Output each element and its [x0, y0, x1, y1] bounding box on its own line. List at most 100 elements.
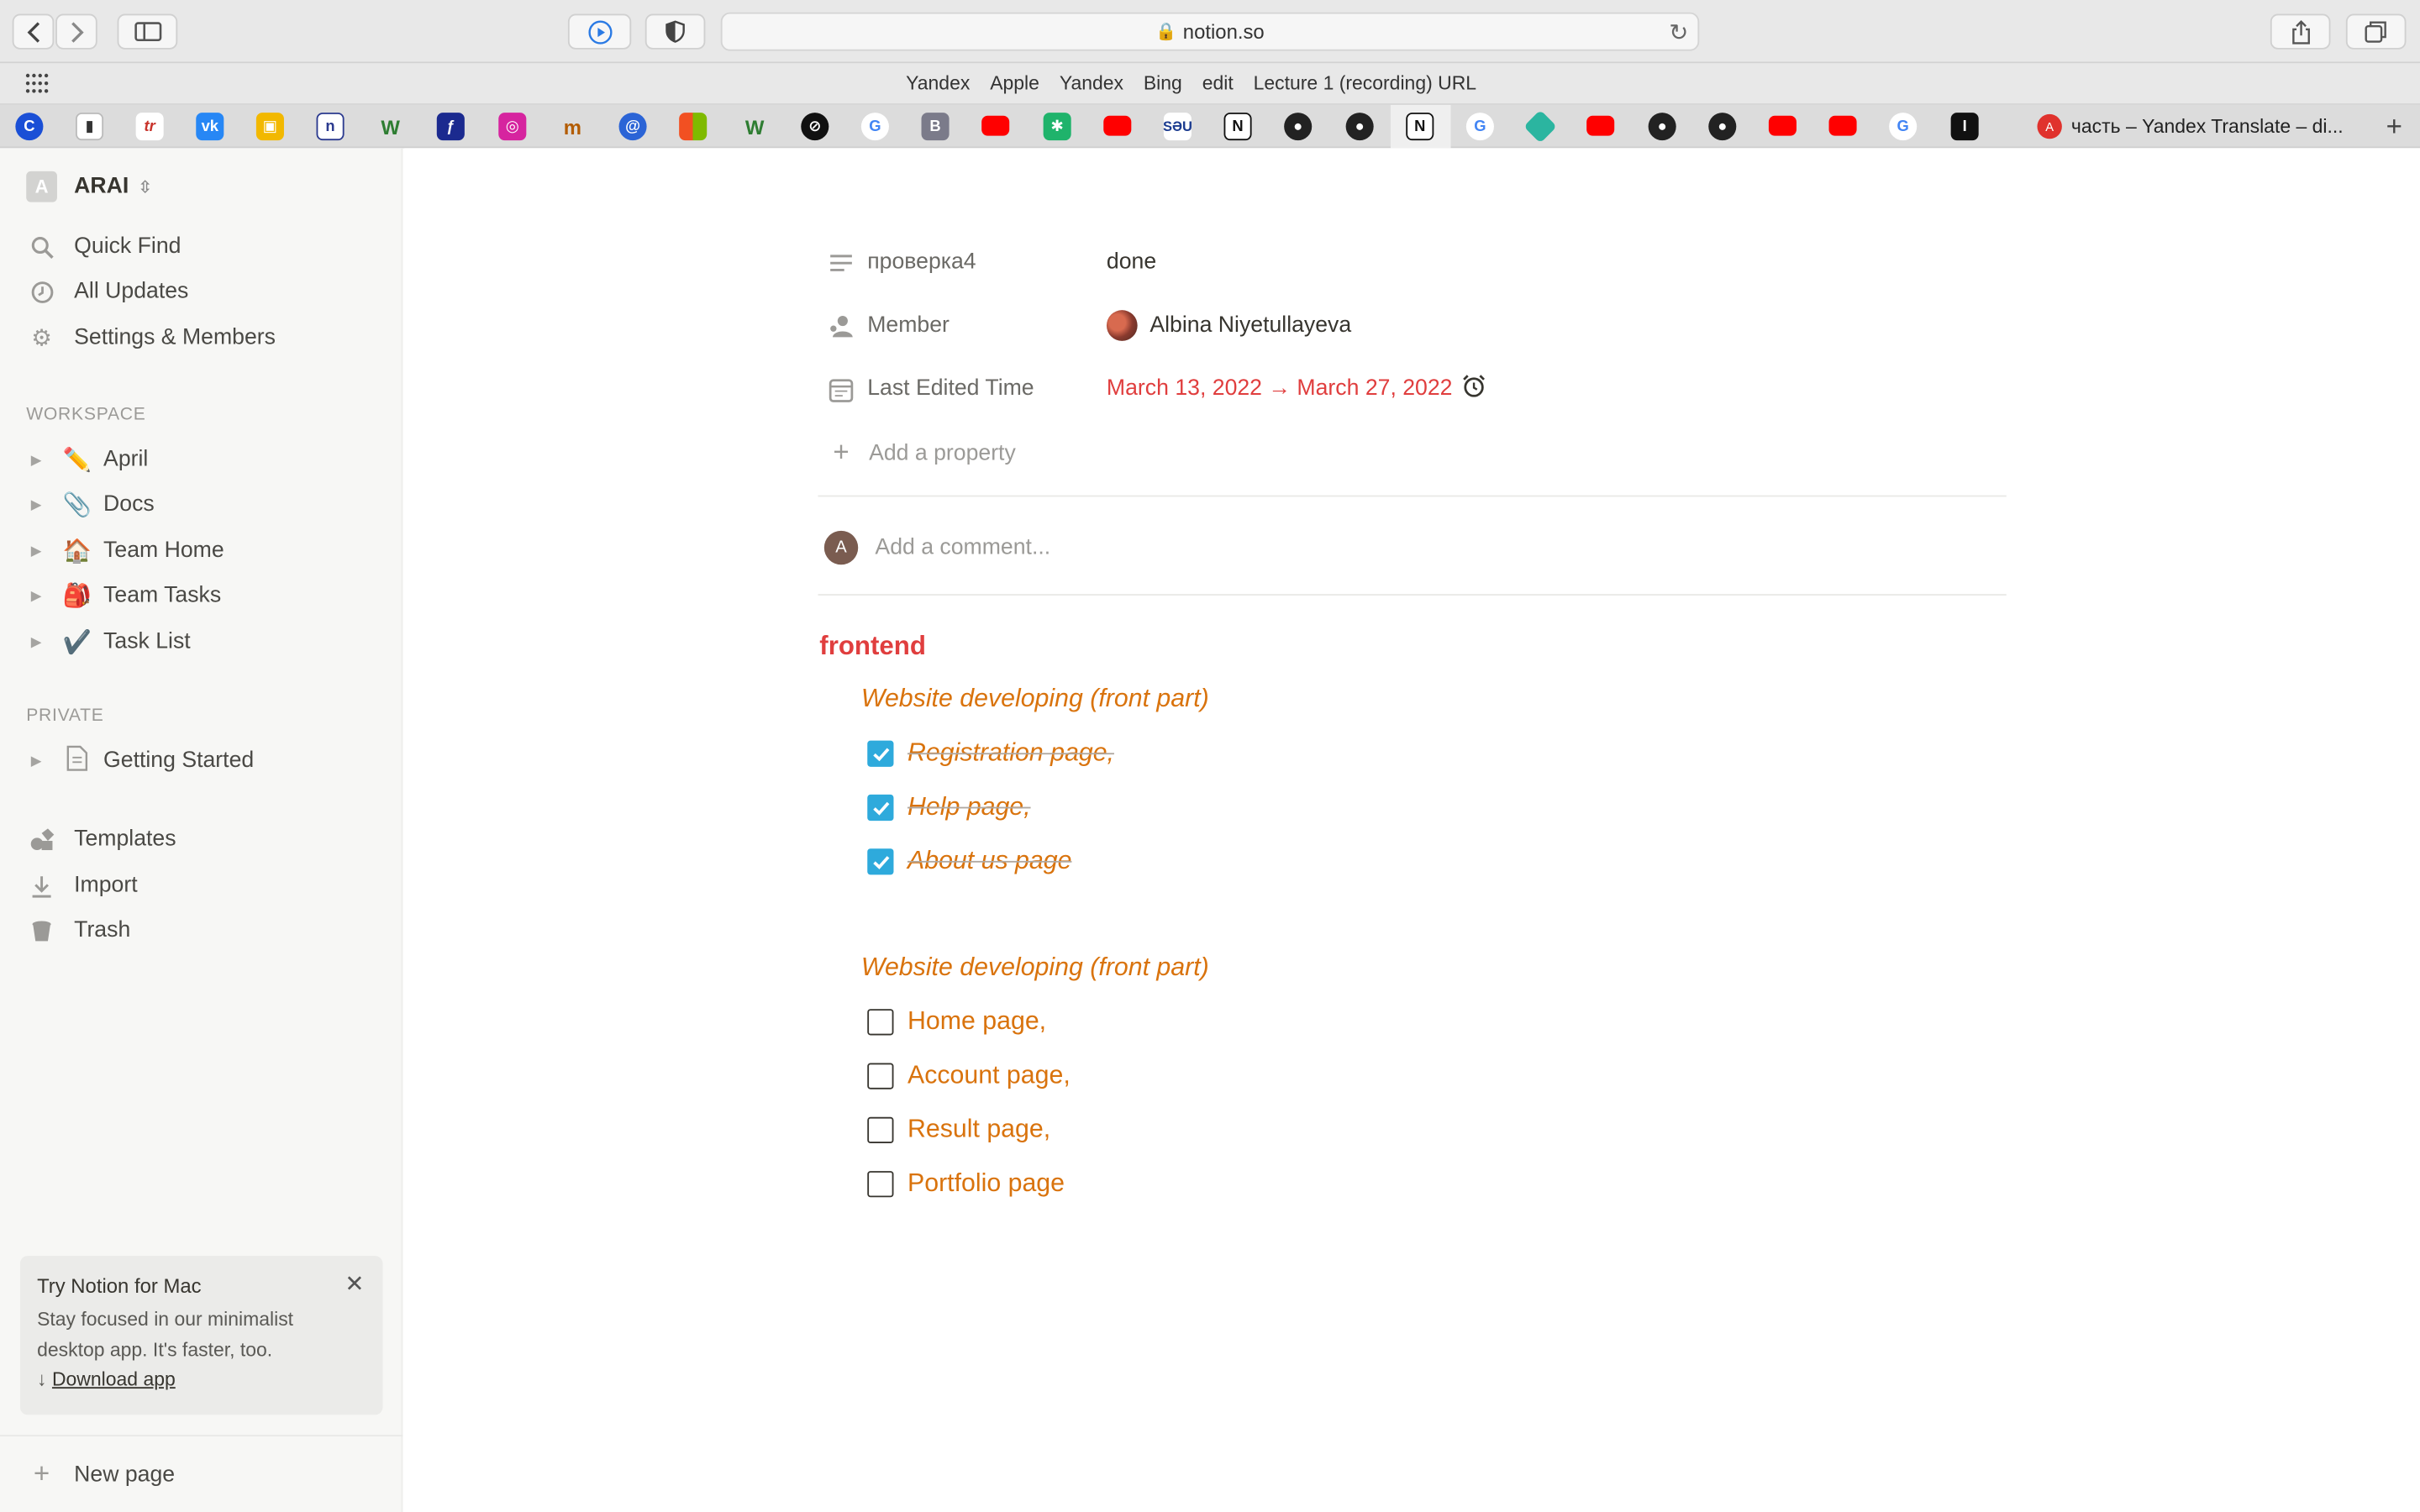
triangle-right-icon[interactable]: ▶ [31, 587, 50, 604]
todo-item[interactable]: Home page, [867, 1007, 1046, 1037]
pinned-tab-vk-icon[interactable]: vk [196, 113, 224, 141]
share-button[interactable] [2270, 13, 2331, 50]
pinned-tab-youtube-icon[interactable] [1103, 115, 1132, 136]
pinned-tab-c-icon[interactable]: C [15, 113, 44, 141]
favorite-link[interactable]: Bing [1144, 72, 1182, 94]
privacy-button[interactable] [644, 13, 706, 50]
pinned-tab-swift-icon[interactable]: ƒ [436, 113, 465, 141]
sidebar-page-team-home[interactable]: ▶ 🏠 Team Home [31, 534, 224, 568]
group-heading[interactable]: Website developing (front part) [861, 685, 1209, 715]
sidebar-toggle-button[interactable] [117, 13, 178, 50]
pinned-tab-google-icon[interactable]: G [1465, 113, 1494, 141]
property-value[interactable]: done [1107, 250, 1156, 275]
pinned-tab-w2-icon[interactable]: W [741, 113, 769, 140]
pinned-tab-youtube-icon[interactable] [1586, 115, 1615, 136]
triangle-right-icon[interactable]: ▶ [31, 752, 50, 769]
todo-item[interactable]: Account page, [867, 1062, 1071, 1091]
section-heading[interactable]: frontend [819, 631, 926, 662]
checkbox-unchecked[interactable] [867, 1009, 894, 1036]
todo-item[interactable]: Result page, [867, 1116, 1050, 1145]
sidebar-item-all-updates[interactable]: All Updates [26, 275, 188, 308]
pinned-tab-sdu-icon[interactable]: SƏU [1163, 113, 1192, 141]
todo-item[interactable]: Help page, [867, 793, 1031, 822]
pinned-tab-at-icon[interactable]: @ [618, 113, 647, 141]
triangle-right-icon[interactable]: ▶ [31, 633, 50, 650]
tab-translate[interactable]: A часть – Yandex Translate – di... [2007, 105, 2377, 148]
address-bar[interactable]: 🔒 notion.so ↻ [720, 12, 1700, 51]
group-heading[interactable]: Website developing (front part) [861, 953, 1209, 983]
todo-item[interactable]: Registration page, [867, 739, 1114, 769]
pinned-tab-youtube-icon[interactable] [1828, 115, 1857, 136]
sidebar-item-quick-find[interactable]: Quick Find [26, 230, 181, 264]
sidebar-item-import[interactable]: Import [26, 869, 138, 902]
pinned-tab-github-icon[interactable]: ● [1284, 113, 1313, 141]
pinned-tab-github-icon[interactable]: ● [1648, 113, 1676, 141]
add-property-button[interactable]: + Add a property [824, 437, 1015, 470]
pinned-tab-github-icon[interactable]: ● [1345, 113, 1374, 141]
pinned-tab-google-icon[interactable]: G [860, 113, 889, 141]
reload-icon[interactable]: ↻ [1669, 18, 1688, 46]
triangle-right-icon[interactable]: ▶ [31, 451, 50, 468]
sidebar-page-task-list[interactable]: ▶ ✔️ Task List [31, 625, 191, 659]
checkbox-unchecked[interactable] [867, 1116, 894, 1144]
todo-text: Portfolio page [907, 1169, 1065, 1198]
property-value-date[interactable]: March 13, 2022 → March 27, 2022 [1107, 373, 1486, 404]
checkbox-checked[interactable] [867, 740, 894, 767]
pinned-tab-diamond-icon[interactable] [1523, 109, 1557, 144]
pinned-tab-moodle-icon[interactable]: m [559, 113, 587, 140]
pinned-tab-github-icon[interactable]: ● [1708, 113, 1737, 141]
sidebar-item-templates[interactable]: Templates [26, 822, 176, 856]
favorite-link[interactable]: Lecture 1 (recording) URL [1254, 72, 1476, 94]
checkbox-checked[interactable] [867, 848, 894, 875]
grid-icon[interactable] [24, 72, 49, 94]
new-tab-button[interactable]: + [2386, 111, 2402, 144]
sidebar-item-settings[interactable]: ⚙ Settings & Members [26, 321, 276, 354]
pinned-tab-notion-icon[interactable]: N [1406, 113, 1434, 141]
todo-item[interactable]: About us page [867, 847, 1071, 876]
tabs-overview-button[interactable] [2345, 13, 2407, 50]
favorite-link[interactable]: Yandex [1060, 72, 1123, 94]
triangle-right-icon[interactable]: ▶ [31, 496, 50, 513]
forward-button[interactable] [55, 13, 97, 50]
pinned-tab-microsoft-icon[interactable] [679, 113, 708, 141]
sidebar-page-team-tasks[interactable]: ▶ 🎒 Team Tasks [31, 579, 221, 612]
pinned-tab-classroom-icon[interactable]: ▣ [255, 113, 284, 141]
pinned-tab-b-icon[interactable]: B [921, 113, 950, 141]
back-button[interactable] [12, 13, 55, 50]
new-page-label: New page [74, 1462, 176, 1487]
favorite-link[interactable]: edit [1202, 72, 1234, 94]
property-row-check4[interactable]: проверка4 done [824, 242, 1156, 282]
sidebar-page-getting-started[interactable]: ▶ Getting Started [31, 743, 254, 777]
pinned-tab-w-icon[interactable]: W [376, 113, 404, 140]
pinned-tab-i-icon[interactable]: I [1950, 113, 1979, 141]
checkbox-unchecked[interactable] [867, 1171, 894, 1198]
pinned-tab-star-icon[interactable]: ✱ [1043, 113, 1071, 141]
property-row-member[interactable]: Member Albina Niyetullayeva [824, 306, 1351, 346]
pinned-tab-youtube-icon[interactable] [1768, 115, 1797, 136]
sidebar-page-april[interactable]: ▶ ✏️ April [31, 443, 149, 476]
comment-input[interactable]: A Add a comment... [823, 530, 1050, 565]
favorite-link[interactable]: Yandex [906, 72, 970, 94]
pinned-tab-google-icon[interactable]: G [1889, 113, 1918, 141]
sidebar-page-docs[interactable]: ▶ 📎 Docs [31, 487, 155, 521]
media-button[interactable] [567, 13, 632, 50]
pinned-tab-book-icon[interactable]: ▮ [75, 113, 104, 141]
new-page-button[interactable]: + New page [0, 1435, 403, 1512]
favorite-link[interactable]: Apple [990, 72, 1039, 94]
checkbox-unchecked[interactable] [867, 1063, 894, 1089]
pinned-tab-n-icon[interactable]: n [316, 113, 345, 141]
pinned-tab-youtube-icon[interactable] [981, 115, 1010, 136]
todo-item[interactable]: Portfolio page [867, 1169, 1065, 1199]
checkbox-checked[interactable] [867, 794, 894, 822]
close-icon[interactable]: ✕ [345, 1270, 364, 1300]
pinned-tab-notion-icon[interactable]: N [1223, 113, 1252, 141]
property-row-last-edited[interactable]: Last Edited Time March 13, 2022 → March … [824, 369, 1486, 409]
pinned-tab-link-icon[interactable]: ⊘ [801, 113, 829, 141]
workspace-switcher[interactable]: A ARAI ⇳ [26, 171, 152, 202]
pinned-tab-instagram-icon[interactable]: ◎ [498, 113, 527, 141]
download-app-link[interactable]: Download app [52, 1368, 176, 1390]
sidebar-item-trash[interactable]: Trash [26, 913, 130, 947]
triangle-right-icon[interactable]: ▶ [31, 543, 50, 559]
pinned-tab-tr-icon[interactable]: tr [135, 113, 164, 141]
property-value-member[interactable]: Albina Niyetullayeva [1106, 310, 1351, 341]
